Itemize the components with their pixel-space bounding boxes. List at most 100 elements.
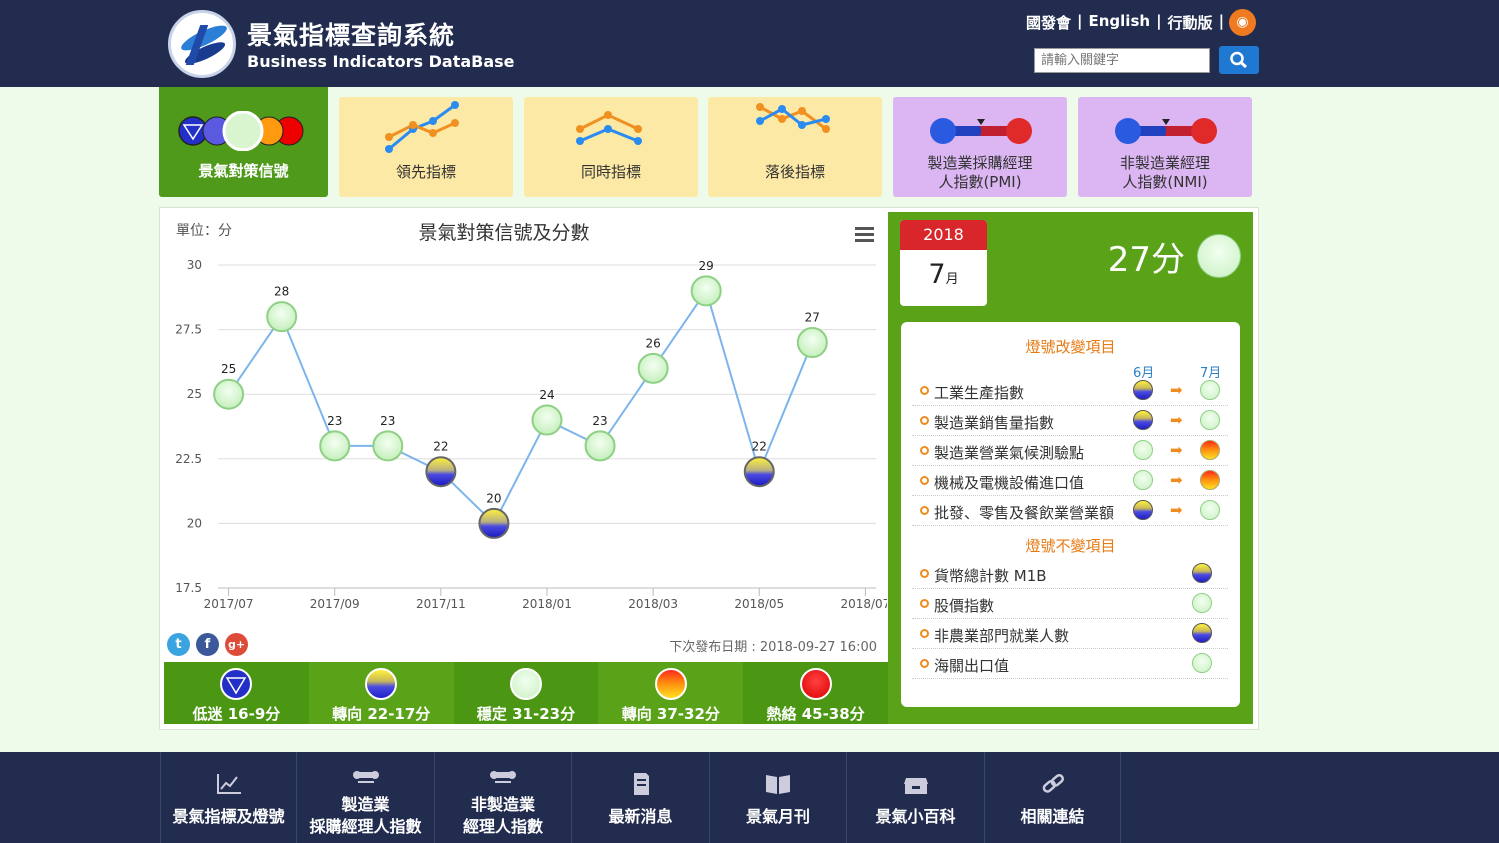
tab-label: 領先指標 — [395, 163, 456, 181]
search-button[interactable] — [1219, 46, 1259, 74]
data-point — [743, 456, 775, 488]
book-icon — [766, 775, 790, 794]
x-tick-label: 2017/11 — [416, 597, 466, 611]
search-icon — [1230, 51, 1248, 69]
data-label: 22 — [433, 440, 448, 454]
signal-chart: 30 27.5 25 22.5 20 17.52017/07 2017/09 2017/11 2… — [175, 258, 887, 611]
footer-item-pmi[interactable]: 製造業 採購經理人指數 — [296, 752, 434, 843]
tab-pmi[interactable]: 製造業採購經理 人指數(PMI) — [893, 97, 1067, 197]
green-light-icon — [1192, 593, 1212, 613]
signal-lights-icon — [178, 111, 304, 151]
arrow-right-icon: ➡ — [1170, 501, 1183, 519]
yellow-blue-light-icon — [1192, 623, 1212, 643]
green-light-icon — [1200, 410, 1220, 430]
list-item: 工業生產指數 ➡ — [912, 377, 1228, 406]
footer-item-news[interactable]: 最新消息 — [571, 752, 709, 843]
yellow-blue-light-icon — [365, 668, 398, 700]
separator: | — [1077, 12, 1083, 30]
yellow-blue-light-icon — [1133, 500, 1153, 520]
box-icon — [903, 778, 928, 794]
tab-label: 製造業採購經理 人指數(PMI) — [927, 154, 1033, 191]
chart-title: 景氣對策信號及分數 — [418, 222, 590, 244]
footer-item-nmi[interactable]: 非製造業 經理人指數 — [434, 752, 571, 843]
chart-menu-icon[interactable] — [855, 227, 874, 243]
red-light-icon — [799, 668, 832, 700]
tab-label: 景氣對策信號 — [198, 162, 289, 180]
twitter-icon[interactable]: t — [167, 633, 190, 656]
data-label: 20 — [486, 491, 501, 505]
green-light-icon — [1192, 653, 1212, 673]
thermometer-icon — [1115, 118, 1217, 144]
data-point — [319, 430, 351, 462]
data-label: 23 — [380, 414, 395, 428]
green-light-icon — [1200, 500, 1220, 520]
data-point — [213, 378, 245, 410]
site-title[interactable]: 景氣指標查詢系統 — [247, 16, 455, 52]
footer-item-encyclopedia[interactable]: 景氣小百科 — [846, 752, 984, 843]
green-light-icon — [1133, 470, 1153, 490]
googleplus-icon[interactable]: g+ — [225, 633, 248, 656]
data-label: 23 — [327, 414, 342, 428]
tab-nmi[interactable]: 非製造業經理 人指數(NMI) — [1078, 97, 1252, 197]
search-input[interactable] — [1034, 48, 1210, 73]
yellow-blue-light-icon — [1133, 410, 1153, 430]
line-chart-icon — [216, 774, 241, 794]
data-point — [796, 327, 828, 359]
y-tick-label: 22.5 — [175, 452, 202, 466]
link-english[interactable]: English — [1089, 12, 1151, 33]
tab-leading[interactable]: 領先指標 — [339, 97, 513, 197]
data-point — [637, 352, 669, 384]
chart-unit: 單位：分 — [176, 223, 232, 239]
data-label: 25 — [221, 362, 236, 376]
data-point — [690, 275, 722, 307]
list-item: 製造業營業氣候測驗點 ➡ — [912, 437, 1228, 466]
y-tick-label: 20 — [187, 516, 202, 530]
x-tick-label: 2018/07 — [840, 597, 887, 611]
list-item: 股價指數 — [912, 590, 1228, 619]
legend-item: 轉向 37-32分 — [598, 662, 744, 724]
data-label: 22 — [752, 440, 767, 454]
tab-label: 非製造業經理 人指數(NMI) — [1119, 154, 1210, 191]
legend-item: 熱絡 45-38分 — [743, 662, 888, 724]
series-line — [227, 288, 814, 526]
footer-item-links[interactable]: 相關連結 — [984, 752, 1121, 843]
legend-item: 穩定 31-23分 — [453, 662, 599, 724]
yellow-blue-light-icon — [1133, 380, 1153, 400]
list-item: 非農業部門就業人數 — [912, 620, 1228, 649]
link-mobile[interactable]: 行動版 — [1168, 12, 1213, 33]
data-point — [531, 404, 563, 436]
footer-item-monthly[interactable]: 景氣月刊 — [709, 752, 846, 843]
tab-signal[interactable]: 景氣對策信號 — [159, 87, 328, 197]
x-tick-label: 2018/03 — [628, 597, 678, 611]
yellow-red-light-icon — [654, 668, 687, 700]
link-ndc[interactable]: 國發會 — [1026, 12, 1071, 33]
arrow-right-icon: ➡ — [1170, 411, 1183, 429]
separator: | — [1156, 12, 1162, 30]
tab-coincident[interactable]: 同時指標 — [524, 97, 698, 197]
y-tick-label: 30 — [187, 258, 202, 272]
green-light-icon — [1197, 234, 1241, 278]
leading-chart-icon — [385, 101, 459, 153]
tab-lagging[interactable]: 落後指標 — [708, 97, 882, 197]
y-tick-label: 25 — [187, 387, 202, 401]
data-label: 27 — [805, 311, 820, 325]
list-item: 海關出口值 — [912, 650, 1228, 679]
document-icon — [633, 773, 649, 795]
facebook-icon[interactable]: f — [196, 633, 219, 656]
y-tick-label: 27.5 — [175, 323, 202, 337]
arrow-right-icon: ➡ — [1170, 381, 1183, 399]
data-label: 26 — [645, 336, 660, 350]
changed-title: 燈號改變項目 — [1025, 338, 1116, 356]
footer-item-indicators[interactable]: 景氣指標及燈號 — [160, 752, 296, 843]
arrow-right-icon: ➡ — [1170, 471, 1183, 489]
logo[interactable] — [168, 10, 236, 78]
list-item: 機械及電機設備進口值 ➡ — [912, 467, 1228, 496]
calendar-month: 7月 — [928, 259, 959, 290]
x-tick-label: 2018/01 — [522, 597, 572, 611]
green-light-icon — [1133, 440, 1153, 460]
current-score: 27分 — [1107, 240, 1185, 280]
list-item: 批發、零售及餐飲業營業額 ➡ — [912, 497, 1228, 526]
yellow-red-light-icon — [1200, 470, 1220, 490]
data-point — [266, 301, 298, 333]
rss-icon[interactable]: ◉ — [1229, 9, 1256, 36]
